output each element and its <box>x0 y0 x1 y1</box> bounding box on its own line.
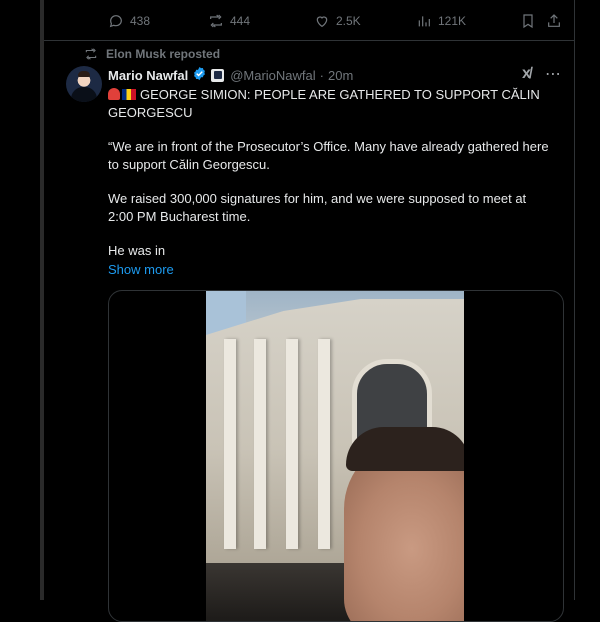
handle[interactable]: @MarioNawfal <box>230 68 315 83</box>
tweet-paragraph: “We are in front of the Prosecutor’s Off… <box>108 139 549 172</box>
siren-icon <box>108 88 120 100</box>
avatar[interactable] <box>66 66 102 102</box>
view-count: 121K <box>438 14 467 28</box>
timeline: 438 444 2.5K 121K Elon Musk reposted Mar… <box>0 0 600 622</box>
separator: · <box>319 67 324 83</box>
share-icon <box>548 14 560 27</box>
tweet-header: Mario Nawfal @MarioNawfal · 20m <box>108 66 353 84</box>
scroll-rail <box>40 0 44 600</box>
views-icon <box>418 16 430 27</box>
repost-button[interactable]: 444 <box>208 13 250 29</box>
repost-count: 444 <box>230 14 251 28</box>
tweet-text: GEORGE SIMION: PEOPLE ARE GATHERED TO SU… <box>108 86 553 260</box>
like-count: 2.5K <box>336 14 361 28</box>
timestamp[interactable]: 20m <box>328 68 353 83</box>
affiliate-badge-icon <box>211 68 225 82</box>
heart-icon <box>316 16 328 28</box>
repost-banner-text: Elon Musk reposted <box>106 47 221 61</box>
grok-icon[interactable]: x̸ <box>522 65 540 83</box>
tweet-divider <box>44 40 574 41</box>
previous-tweet-action-bar: 438 444 2.5K 121K <box>108 8 568 34</box>
more-icon[interactable]: ⋯ <box>545 64 562 84</box>
verified-badge-icon <box>192 66 207 84</box>
views-button[interactable]: 121K <box>416 13 466 29</box>
video-card[interactable] <box>108 290 564 622</box>
repost-icon <box>210 14 222 28</box>
repost-icon <box>85 48 97 60</box>
bookmark-button[interactable] <box>520 13 536 29</box>
tweet-paragraph: He was in <box>108 243 166 258</box>
display-name[interactable]: Mario Nawfal <box>108 68 188 83</box>
reply-button[interactable]: 438 <box>108 13 150 29</box>
bookmark-icon <box>523 14 533 29</box>
column-border <box>574 0 575 600</box>
repost-banner[interactable]: Elon Musk reposted <box>84 47 220 61</box>
tweet-paragraph: We raised 300,000 signatures for him, an… <box>108 191 527 224</box>
reply-count: 438 <box>130 14 151 28</box>
romania-flag-icon <box>122 89 136 100</box>
reply-icon <box>109 15 122 28</box>
share-button[interactable] <box>546 13 562 29</box>
tweet-headline: GEORGE SIMION: PEOPLE ARE GATHERED TO SU… <box>108 87 540 120</box>
show-more-link[interactable]: Show more <box>108 262 174 277</box>
like-button[interactable]: 2.5K <box>314 13 361 29</box>
video-player[interactable] <box>206 291 464 621</box>
